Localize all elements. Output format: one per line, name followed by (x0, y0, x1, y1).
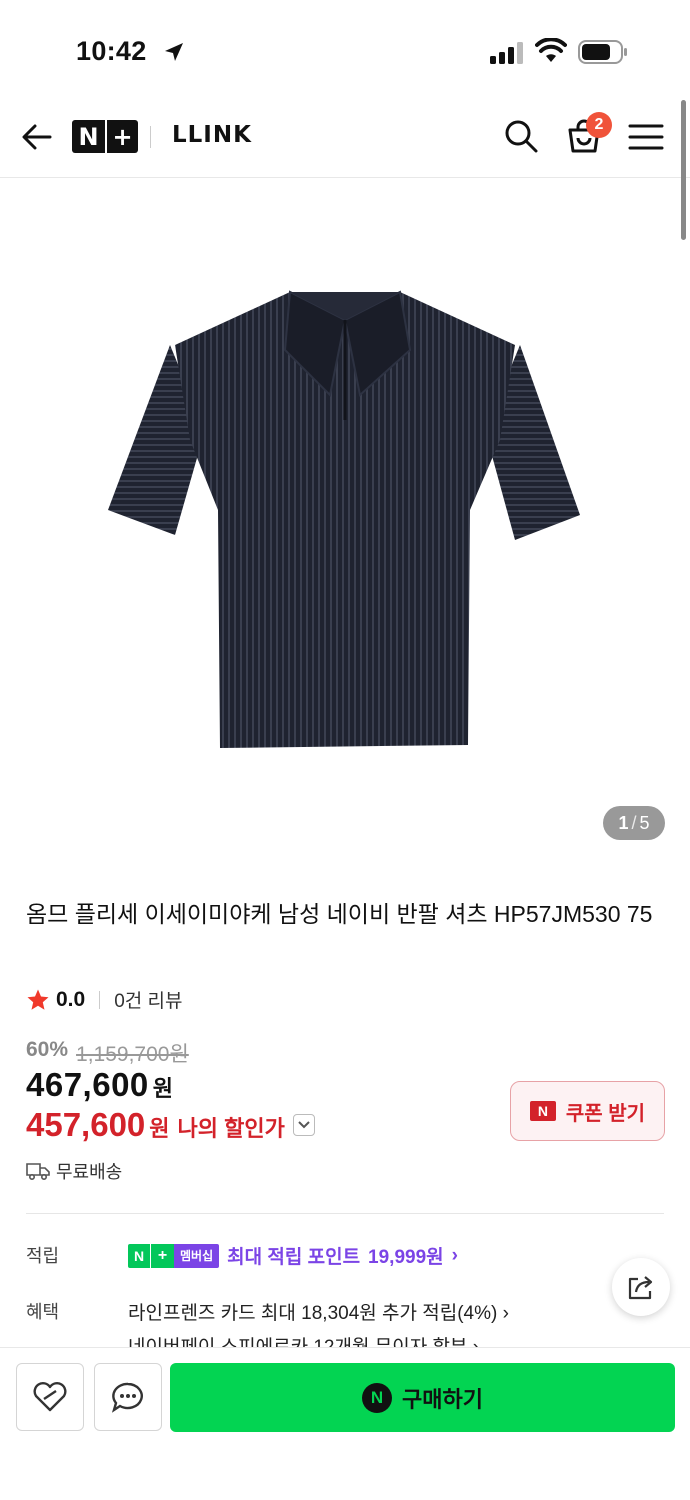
logo-divider (150, 126, 151, 148)
buy-now-button[interactable]: N 구매하기 (170, 1363, 675, 1432)
share-button[interactable] (612, 1258, 670, 1316)
membership-plus: + (150, 1243, 174, 1268)
rating-divider (99, 990, 101, 1009)
points-label: 적립 (26, 1246, 60, 1266)
points-value: 19,999원 (368, 1247, 444, 1268)
membership-text: 멤버십 (174, 1243, 220, 1268)
naverpay-n-icon: N (362, 1382, 393, 1413)
coupon-label: 쿠폰 받기 (565, 1102, 646, 1125)
back-arrow-icon[interactable] (20, 120, 54, 154)
shipping-info: 무료배송 (26, 1158, 122, 1184)
logo-plus: + (105, 120, 138, 153)
image-total-count: 5 (639, 812, 650, 833)
nplus-logo[interactable]: N + (72, 120, 138, 153)
brand-logo[interactable]: LLINK (172, 122, 252, 148)
points-row[interactable]: N + 멤버십 최대 적립 포인트 19,999원 › (128, 1242, 458, 1269)
heart-icon (33, 1382, 67, 1412)
wifi-icon (535, 38, 567, 62)
sale-price-unit: 원 (152, 1076, 174, 1101)
status-bar: 10:42 (0, 0, 690, 100)
chevron-down-icon (298, 1121, 310, 1129)
cart-count-badge: 2 (586, 112, 612, 138)
location-arrow-icon (165, 43, 183, 61)
sale-price: 467,600 (26, 1066, 149, 1103)
discount-row: 60% 1,159,700원 (26, 1038, 189, 1068)
talk-talk-button[interactable] (94, 1363, 162, 1431)
membership-n: N (128, 1243, 150, 1268)
truck-icon (26, 1163, 50, 1181)
image-page-indicator: 1 / 5 (603, 806, 665, 840)
shipping-label: 무료배송 (56, 1162, 123, 1182)
discount-percent: 60% (26, 1038, 69, 1061)
get-coupon-button[interactable]: N 쿠폰 받기 (510, 1081, 665, 1141)
my-discount-label: 나의 할인가 (177, 1116, 285, 1141)
buy-now-label: 구매하기 (402, 1386, 483, 1412)
review-count[interactable]: 0건 리뷰 (114, 986, 182, 1013)
battery-icon (578, 40, 627, 64)
price-row: 467,600 원 (26, 1066, 173, 1104)
rating-row[interactable]: 0.0 0건 리뷰 (26, 986, 183, 1013)
coupon-n-icon: N (529, 1101, 556, 1121)
chat-bubble-icon (111, 1382, 143, 1413)
original-price: 1,159,700원 (76, 1043, 189, 1066)
bottom-action-bar: N 구매하기 (0, 1347, 690, 1500)
image-index-separator: / (631, 812, 637, 833)
product-title: 옴므 플리세 이세이미야케 남성 네이비 반팔 셔츠 HP57JM530 75 (26, 901, 653, 927)
share-icon (628, 1276, 653, 1300)
wishlist-button[interactable] (16, 1363, 84, 1431)
hamburger-menu-icon[interactable] (628, 122, 664, 152)
benefit-label: 혜택 (26, 1302, 60, 1322)
status-time: 10:42 (76, 36, 147, 66)
rating-value: 0.0 (56, 987, 86, 1011)
my-discount-price-row[interactable]: 457,600 원 나의 할인가 (26, 1106, 315, 1144)
my-discount-price-unit: 원 (149, 1116, 170, 1141)
image-current-index: 1 (618, 812, 629, 833)
nplus-membership-badge: N + 멤버십 (128, 1243, 220, 1268)
search-icon[interactable] (503, 118, 539, 154)
star-icon (27, 989, 49, 1010)
top-nav-bar: N + LLINK 2 (0, 100, 690, 178)
chevron-right-icon: › (451, 1244, 458, 1266)
points-text: 최대 적립 포인트 (227, 1247, 361, 1268)
card-benefit-link[interactable]: 라인프렌즈 카드 최대 18,304원 추가 적립(4%) › (128, 1298, 509, 1325)
product-image[interactable] (0, 180, 690, 860)
section-divider (26, 1213, 664, 1214)
my-discount-price: 457,600 (26, 1106, 146, 1143)
installment-benefit-link[interactable]: 네이버페이 스피에르카 12개월 무이자 할부 › (128, 1334, 479, 1348)
expand-discount-button[interactable] (292, 1114, 315, 1136)
logo-n: N (78, 122, 99, 151)
cellular-signal-icon (490, 42, 523, 64)
